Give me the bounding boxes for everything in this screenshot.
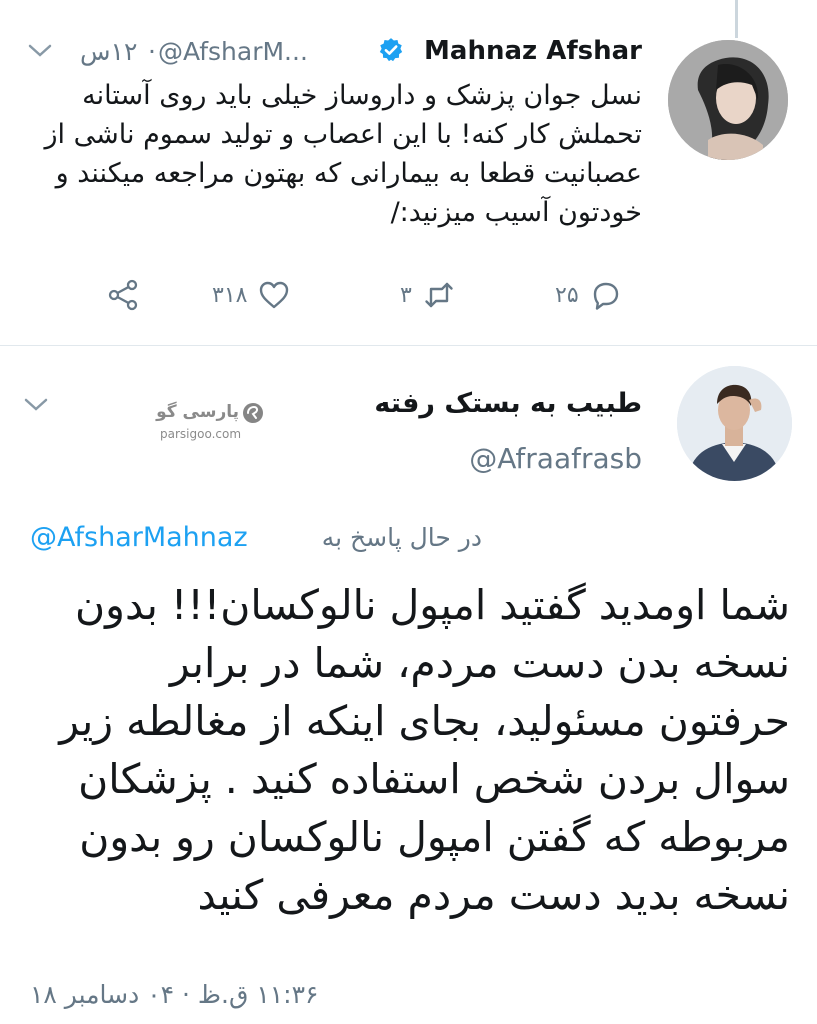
like-count: ۳۱۸ <box>212 282 248 308</box>
chevron-down-icon[interactable] <box>28 44 52 58</box>
author-handle[interactable]: @Afraafrasb <box>469 442 642 475</box>
share-icon <box>108 279 138 311</box>
separator-dot: · <box>148 37 156 66</box>
reply-button[interactable]: ۲۵ <box>555 278 623 312</box>
divider <box>0 345 817 346</box>
tweet-timestamp[interactable]: ۱۱:۳۶ ق.ظ · ۰۴ دسامبر ۱۸ <box>30 980 318 1009</box>
retweet-button[interactable]: ۳ <box>400 278 456 312</box>
replying-to-handle[interactable]: @AfsharMahnaz <box>30 522 248 553</box>
author-name[interactable]: طبیب به بستک رفته <box>374 388 642 419</box>
reply-icon <box>593 282 618 310</box>
retweet-icon <box>425 282 453 308</box>
chevron-down-icon[interactable] <box>24 398 48 412</box>
avatar[interactable] <box>668 40 788 160</box>
reply-count: ۲۵ <box>555 282 579 308</box>
replying-to-label: در حال پاسخ به <box>321 523 482 552</box>
heart-icon <box>260 281 289 309</box>
watermark-url: parsigoo.com <box>160 427 242 441</box>
retweet-count: ۳ <box>400 282 412 308</box>
author-name[interactable]: Mahnaz Afshar <box>424 36 642 66</box>
verified-badge-icon <box>379 38 403 62</box>
watermark-name: پارسی گو <box>156 402 239 422</box>
like-button[interactable]: ۳۱۸ <box>212 278 291 312</box>
watermark-logo-icon <box>243 403 263 423</box>
share-button[interactable] <box>106 278 140 312</box>
author-handle[interactable]: @AfsharM... <box>158 37 308 66</box>
tweet-text: نسل جوان پزشک و داروساز خیلی باید روی آس… <box>44 80 643 228</box>
tweet-time[interactable]: ۱۲س <box>80 37 137 66</box>
watermark: پارسی گو parsigoo.com <box>150 402 265 448</box>
tweet-text: شما اومدید گفتید امپول نالوکسان!!! بدون … <box>59 581 790 919</box>
thread-line <box>735 0 738 38</box>
avatar[interactable] <box>677 366 792 481</box>
